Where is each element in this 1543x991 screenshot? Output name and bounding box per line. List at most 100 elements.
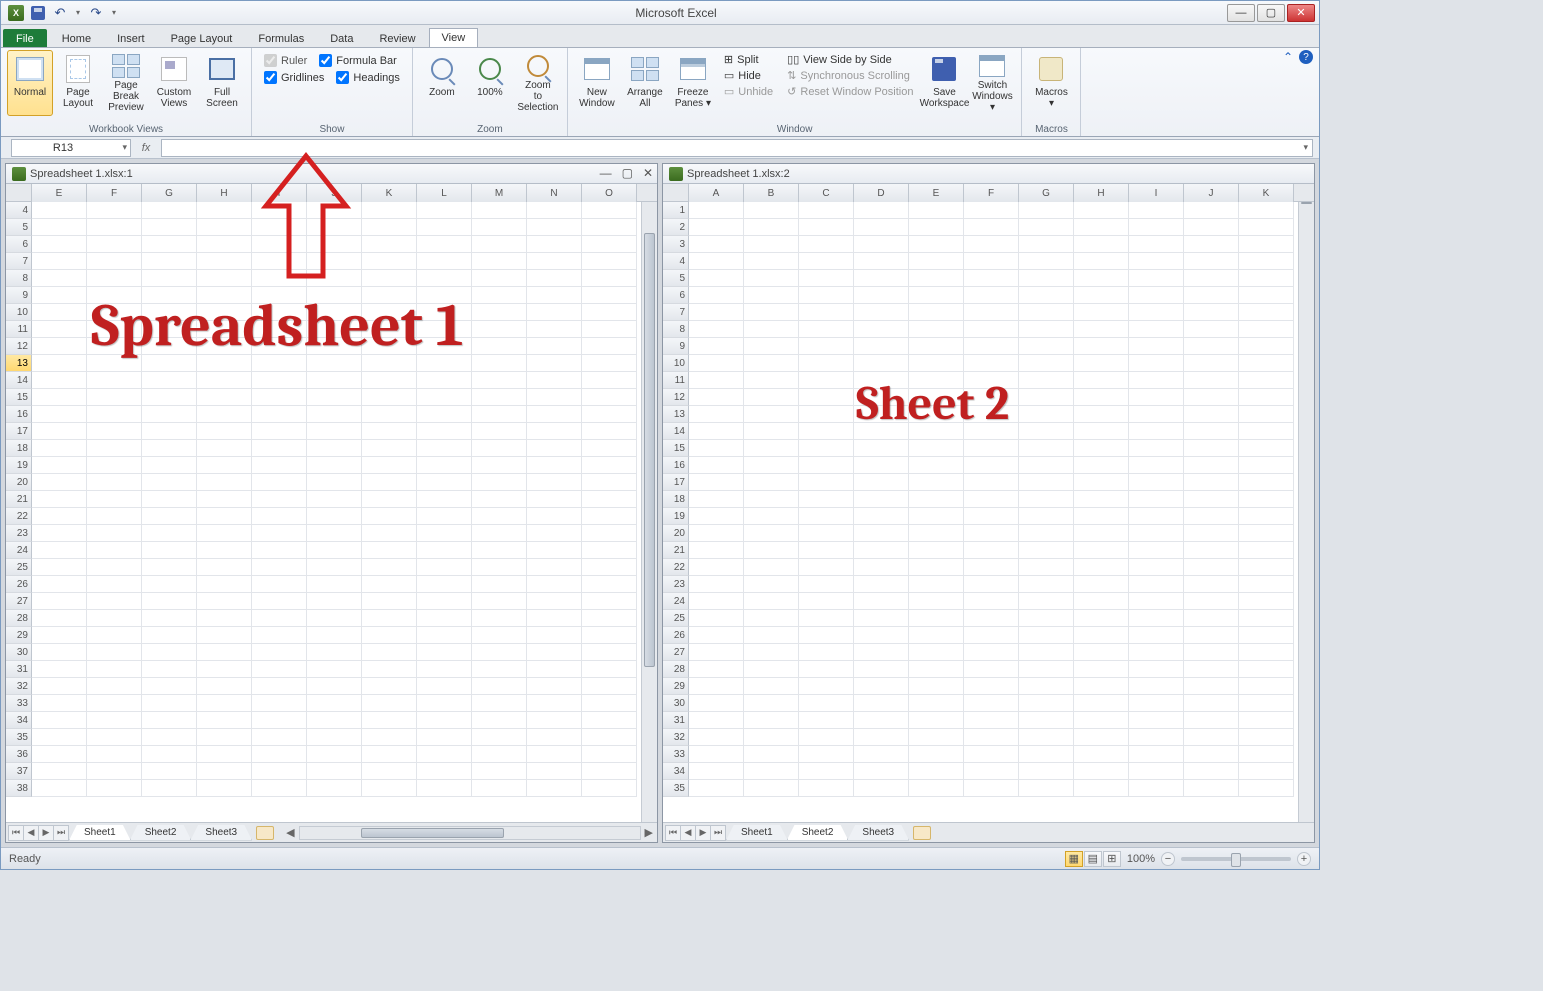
maximize-button[interactable]: ▢ bbox=[1257, 4, 1285, 22]
row-header-4[interactable]: 4 bbox=[663, 253, 689, 270]
cell[interactable] bbox=[582, 542, 637, 559]
cell[interactable] bbox=[1239, 338, 1294, 355]
cell[interactable] bbox=[744, 729, 799, 746]
cell[interactable] bbox=[1074, 406, 1129, 423]
cell[interactable] bbox=[854, 338, 909, 355]
cell[interactable] bbox=[799, 491, 854, 508]
formula-input[interactable] bbox=[161, 139, 1313, 157]
cell[interactable] bbox=[32, 525, 87, 542]
cell[interactable] bbox=[472, 491, 527, 508]
cell[interactable] bbox=[87, 746, 142, 763]
cell[interactable] bbox=[527, 593, 582, 610]
cell[interactable] bbox=[1184, 355, 1239, 372]
cell[interactable] bbox=[1129, 253, 1184, 270]
cell[interactable] bbox=[527, 695, 582, 712]
cell[interactable] bbox=[1184, 559, 1239, 576]
cell[interactable] bbox=[799, 440, 854, 457]
col-header-G[interactable]: G bbox=[1019, 184, 1074, 202]
cell[interactable] bbox=[1184, 627, 1239, 644]
cell[interactable] bbox=[362, 270, 417, 287]
cell[interactable] bbox=[744, 457, 799, 474]
cell[interactable] bbox=[744, 610, 799, 627]
cell[interactable] bbox=[32, 780, 87, 797]
col-header-L[interactable]: L bbox=[417, 184, 472, 202]
row-header-12[interactable]: 12 bbox=[6, 338, 32, 355]
row-header-30[interactable]: 30 bbox=[6, 644, 32, 661]
cell[interactable] bbox=[689, 644, 744, 661]
cell[interactable] bbox=[799, 236, 854, 253]
cell[interactable] bbox=[1074, 780, 1129, 797]
row-header-35[interactable]: 35 bbox=[6, 729, 32, 746]
cell[interactable] bbox=[527, 610, 582, 627]
cell[interactable] bbox=[909, 627, 964, 644]
cell[interactable] bbox=[472, 474, 527, 491]
cell[interactable] bbox=[854, 780, 909, 797]
cell[interactable] bbox=[417, 236, 472, 253]
cell[interactable] bbox=[472, 236, 527, 253]
cell[interactable] bbox=[1239, 576, 1294, 593]
row-header-14[interactable]: 14 bbox=[6, 372, 32, 389]
cell[interactable] bbox=[582, 372, 637, 389]
cell[interactable] bbox=[527, 559, 582, 576]
cell[interactable] bbox=[1074, 287, 1129, 304]
cell[interactable] bbox=[689, 746, 744, 763]
cell[interactable] bbox=[87, 763, 142, 780]
cell[interactable] bbox=[909, 559, 964, 576]
cell[interactable] bbox=[527, 372, 582, 389]
cell[interactable] bbox=[32, 338, 87, 355]
row-header-27[interactable]: 27 bbox=[663, 644, 689, 661]
cell[interactable] bbox=[1239, 219, 1294, 236]
cell[interactable] bbox=[1129, 780, 1184, 797]
cell[interactable] bbox=[689, 219, 744, 236]
cell[interactable] bbox=[307, 457, 362, 474]
cell[interactable] bbox=[32, 542, 87, 559]
cell[interactable] bbox=[964, 576, 1019, 593]
row-header-20[interactable]: 20 bbox=[663, 525, 689, 542]
cell[interactable] bbox=[307, 389, 362, 406]
sheet-nav-0[interactable]: ⏮ bbox=[8, 825, 24, 841]
cell[interactable] bbox=[142, 763, 197, 780]
cell[interactable] bbox=[744, 355, 799, 372]
cell[interactable] bbox=[307, 610, 362, 627]
cell[interactable] bbox=[1184, 389, 1239, 406]
cell[interactable] bbox=[32, 695, 87, 712]
cell[interactable] bbox=[689, 729, 744, 746]
cell[interactable] bbox=[417, 576, 472, 593]
col-header-K[interactable]: K bbox=[362, 184, 417, 202]
cell[interactable] bbox=[1074, 508, 1129, 525]
cell[interactable] bbox=[252, 525, 307, 542]
cell[interactable] bbox=[1074, 423, 1129, 440]
cell[interactable] bbox=[87, 542, 142, 559]
col-header-N[interactable]: N bbox=[527, 184, 582, 202]
cell[interactable] bbox=[197, 712, 252, 729]
cell[interactable] bbox=[197, 287, 252, 304]
cell[interactable] bbox=[854, 746, 909, 763]
cell[interactable] bbox=[87, 321, 142, 338]
row-header-22[interactable]: 22 bbox=[6, 508, 32, 525]
cell[interactable] bbox=[87, 287, 142, 304]
cell[interactable] bbox=[252, 253, 307, 270]
cell[interactable] bbox=[689, 763, 744, 780]
cell[interactable] bbox=[307, 559, 362, 576]
cell[interactable] bbox=[689, 593, 744, 610]
cell[interactable] bbox=[964, 219, 1019, 236]
cell[interactable] bbox=[854, 559, 909, 576]
cell[interactable] bbox=[472, 780, 527, 797]
cell[interactable] bbox=[417, 746, 472, 763]
cell[interactable] bbox=[32, 304, 87, 321]
cell[interactable] bbox=[1129, 338, 1184, 355]
cell[interactable] bbox=[744, 236, 799, 253]
col-header-O[interactable]: O bbox=[582, 184, 637, 202]
cell[interactable] bbox=[252, 746, 307, 763]
cell[interactable] bbox=[32, 321, 87, 338]
undo-dropdown-icon[interactable]: ▾ bbox=[73, 4, 83, 22]
cell[interactable] bbox=[32, 491, 87, 508]
cell[interactable] bbox=[87, 508, 142, 525]
cell[interactable] bbox=[87, 236, 142, 253]
cell[interactable] bbox=[854, 627, 909, 644]
cell[interactable] bbox=[527, 491, 582, 508]
cell[interactable] bbox=[1074, 338, 1129, 355]
cell[interactable] bbox=[32, 355, 87, 372]
cell[interactable] bbox=[1184, 406, 1239, 423]
tab-file[interactable]: File bbox=[3, 29, 47, 48]
